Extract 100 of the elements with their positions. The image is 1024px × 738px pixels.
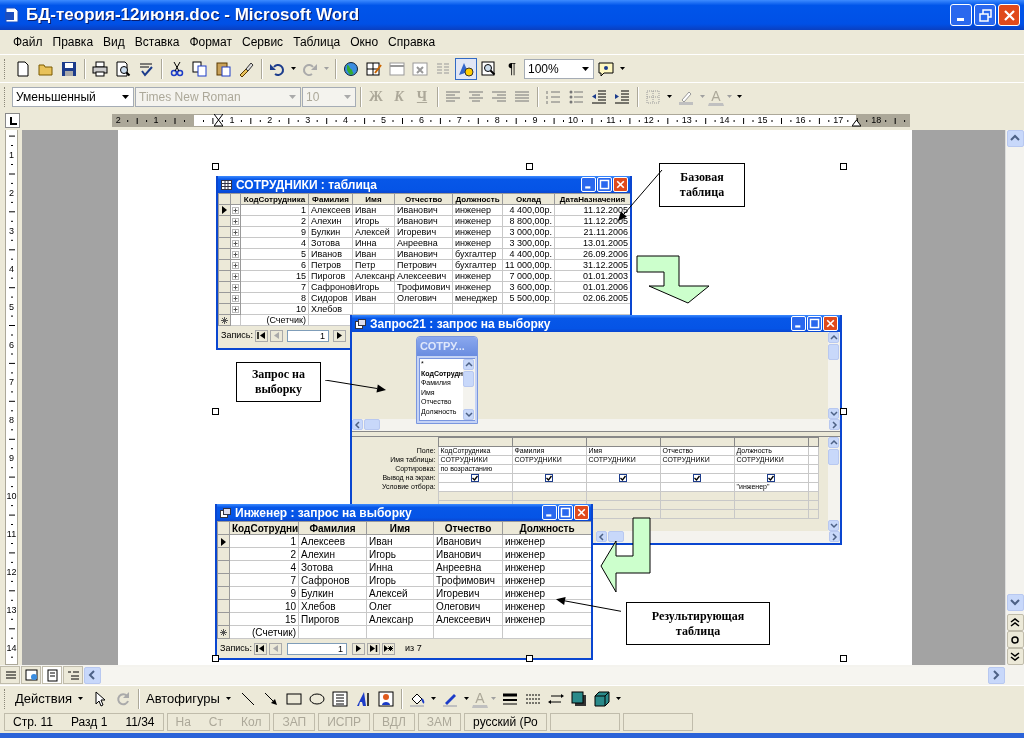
table-cell: Зотова <box>308 237 353 249</box>
table-cell: инженер <box>452 281 503 293</box>
table-cell: Сидоров <box>308 292 353 304</box>
ruler-number: 10 <box>567 115 579 126</box>
column-header[interactable]: Оклад <box>502 193 555 205</box>
table-cell: 4 <box>229 560 299 574</box>
table-cell: Алексеев <box>298 534 367 548</box>
ruler-number: 14 <box>6 642 17 653</box>
status-text: ВДЛ <box>382 714 406 731</box>
vertical-ruler[interactable]: 1 2 3 4 5 6 7 8 9 10 11 12 13 14 <box>5 130 18 665</box>
table-cell: инженер <box>452 204 503 216</box>
field-list-title: СОТРУ... <box>417 337 477 356</box>
table-cell: Петр <box>352 259 395 271</box>
table-cell: Пирогов <box>298 612 367 626</box>
table-cell: 15 <box>240 270 309 282</box>
table-cell: 3 000,00р. <box>502 226 555 238</box>
column-header[interactable]: КодСотрудни <box>229 521 299 535</box>
ruler-number: 1 <box>228 115 236 126</box>
table-cell: Булкин <box>308 226 353 238</box>
ruler-number: 7 <box>455 115 463 126</box>
ruler-number: 9 <box>8 453 15 464</box>
menu-item[interactable]: Таблица <box>288 32 346 52</box>
ruler-number: 17 <box>832 115 845 126</box>
table-cell: 2 <box>240 215 309 227</box>
table-cell: 3 600,00р. <box>502 281 555 293</box>
table-cell: Игоревич <box>433 586 503 600</box>
table-cell: Зотова <box>298 560 367 574</box>
column-header[interactable]: Отчество <box>394 193 453 205</box>
record-number-field[interactable]: 1 <box>287 329 330 342</box>
column-header[interactable]: Должность <box>452 193 503 205</box>
column-header[interactable]: ДатаНазначения <box>554 193 630 205</box>
autoshapes-menu-button[interactable]: Автофигуры <box>142 687 236 710</box>
table-cell: бухгалтер <box>452 259 503 271</box>
status-text: Ст <box>208 714 224 731</box>
table-cell: Игорь <box>366 573 434 587</box>
ruler-number: 13 <box>6 604 17 615</box>
ruler-number: 2 <box>8 187 15 198</box>
table-cell: Трофимович <box>394 281 453 293</box>
table-cell: 4 <box>240 237 309 249</box>
column-header[interactable]: Должность <box>502 521 591 535</box>
column-header[interactable]: Имя <box>366 521 434 535</box>
menu-item[interactable]: Сервис <box>237 32 289 52</box>
table-cell: Хлебов <box>298 599 367 613</box>
menu-item[interactable]: Окно <box>345 32 384 52</box>
ruler-number: 14 <box>718 115 731 126</box>
table-cell: Игорь <box>366 547 434 561</box>
menu-item[interactable]: Справка <box>383 32 441 52</box>
table-cell: Алексеевич <box>394 270 453 282</box>
window-title: БД-теория-12июня.doc - Microsoft Word <box>26 4 361 27</box>
menu-item[interactable]: Формат <box>184 32 238 52</box>
table-cell: Алексанр <box>366 612 434 626</box>
table-cell: (Счетчик) <box>240 314 309 326</box>
menu-item[interactable]: Вставка <box>129 32 185 52</box>
table-cell: 1 <box>229 534 299 548</box>
table-cell: 5 <box>240 248 309 260</box>
menu-item[interactable]: Вид <box>98 32 130 52</box>
table-cell: 01.01.2006 <box>554 281 630 293</box>
table-cell: 7 000,00р. <box>502 270 555 282</box>
ruler-number: 5 <box>8 301 15 312</box>
style-combo[interactable]: Уменьшенный <box>12 86 134 107</box>
table-cell: Олег <box>366 599 434 613</box>
table-cell: 15 <box>229 612 299 626</box>
table-cell: Иванович <box>433 547 503 561</box>
table-cell: 2 <box>229 547 299 561</box>
table-cell: 21.11.2006 <box>554 226 630 238</box>
table-cell: 9 <box>229 586 299 600</box>
ruler-number: 4 <box>342 115 350 126</box>
ruler-number: 2 <box>114 115 122 126</box>
table-cell: 4 400,00р. <box>502 204 555 216</box>
ruler-number: 2 <box>266 115 274 126</box>
horizontal-ruler[interactable]: 2 1 1 2 3 4 5 6 7 8 9 10 11 12 13 14 15 16 17 18 <box>112 114 910 127</box>
column-header[interactable]: Фамилия <box>308 193 353 205</box>
callout-label: Запрос на выборку <box>236 362 321 402</box>
table-cell: Алексеевич <box>433 612 503 626</box>
ruler-number: 3 <box>8 225 15 236</box>
ruler-number: 3 <box>304 115 312 126</box>
ruler-number: 11 <box>6 529 17 539</box>
ruler-number: 13 <box>680 115 693 126</box>
table-cell: инженер <box>452 215 503 227</box>
callout-label: Результирующая таблица <box>626 602 770 645</box>
table-cell: Иванович <box>394 248 453 260</box>
table-cell: 9 <box>240 226 309 238</box>
table-cell: Олегович <box>433 599 503 613</box>
ruler-number: 12 <box>6 566 17 577</box>
table-cell: Игоревич <box>394 226 453 238</box>
table-cell: Булкин <box>298 586 367 600</box>
column-header[interactable]: КодСотрудника <box>240 193 309 205</box>
record-label: Запись: <box>221 328 254 342</box>
menu-item[interactable]: Правка <box>47 32 99 52</box>
status-text: ЗАМ <box>426 714 453 731</box>
column-header[interactable]: Отчество <box>433 521 503 535</box>
pilcrow-button[interactable]: ¶ <box>501 57 523 80</box>
menu-item[interactable]: Файл <box>8 32 48 52</box>
record-number-field[interactable]: 1 <box>287 642 348 655</box>
actions-menu-button[interactable]: Действия <box>12 687 88 710</box>
column-header[interactable]: Имя <box>352 193 395 205</box>
column-header[interactable]: Фамилия <box>298 521 367 535</box>
table-cell: менеджер <box>452 292 503 304</box>
table-cell: 5 500,00р. <box>502 292 555 304</box>
zoom-combo[interactable]: 100% <box>524 58 594 79</box>
